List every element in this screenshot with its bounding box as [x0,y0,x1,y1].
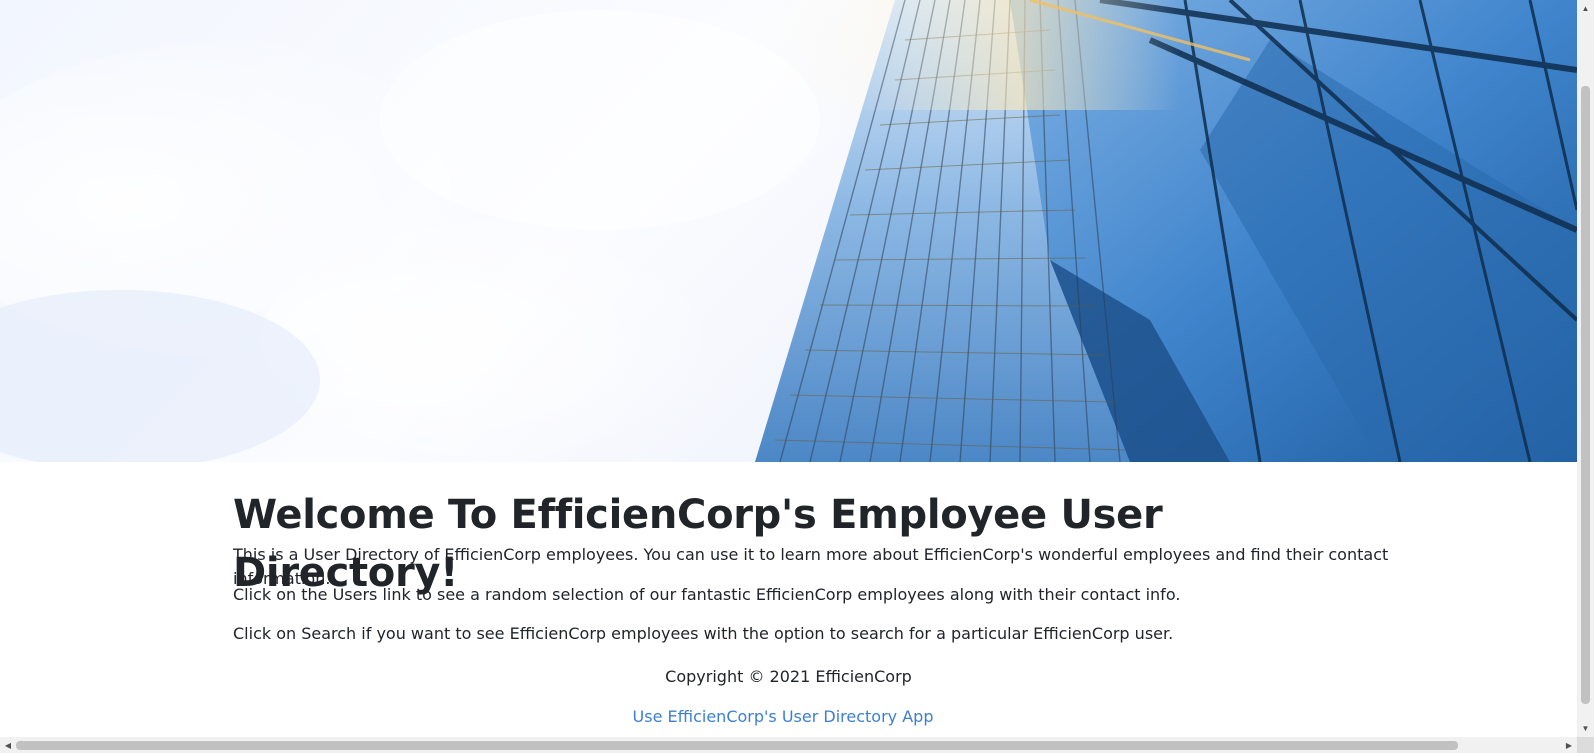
users-paragraph: Click on the Users link to see a random … [233,585,1181,604]
page: Welcome To EfficienCorp's Employee User … [0,0,1577,737]
scroll-down-icon[interactable]: ▼ [1577,720,1594,737]
scroll-right-icon[interactable]: ▶ [1561,737,1577,753]
app-link-container: Use EfficienCorp's User Directory App [0,705,1566,729]
copyright-text: Copyright © 2021 EfficienCorp [665,667,912,686]
scrollbar-corner [1577,737,1594,753]
horizontal-scroll-thumb[interactable] [16,741,1458,750]
hero-building-image [0,0,1577,462]
search-paragraph: Click on Search if you want to see Effic… [233,624,1174,643]
scroll-left-icon[interactable]: ◀ [0,737,16,753]
scroll-up-icon[interactable]: ▲ [1577,0,1594,17]
skyscraper-illustration [0,0,1577,462]
main-content: Welcome To EfficienCorp's Employee User … [233,486,1388,643]
vertical-scrollbar[interactable]: ▲ ▼ [1577,0,1594,737]
vertical-scroll-thumb[interactable] [1581,86,1590,704]
horizontal-scrollbar[interactable]: ◀ ▶ [0,737,1577,753]
user-directory-app-link[interactable]: Use EfficienCorp's User Directory App [633,707,934,726]
